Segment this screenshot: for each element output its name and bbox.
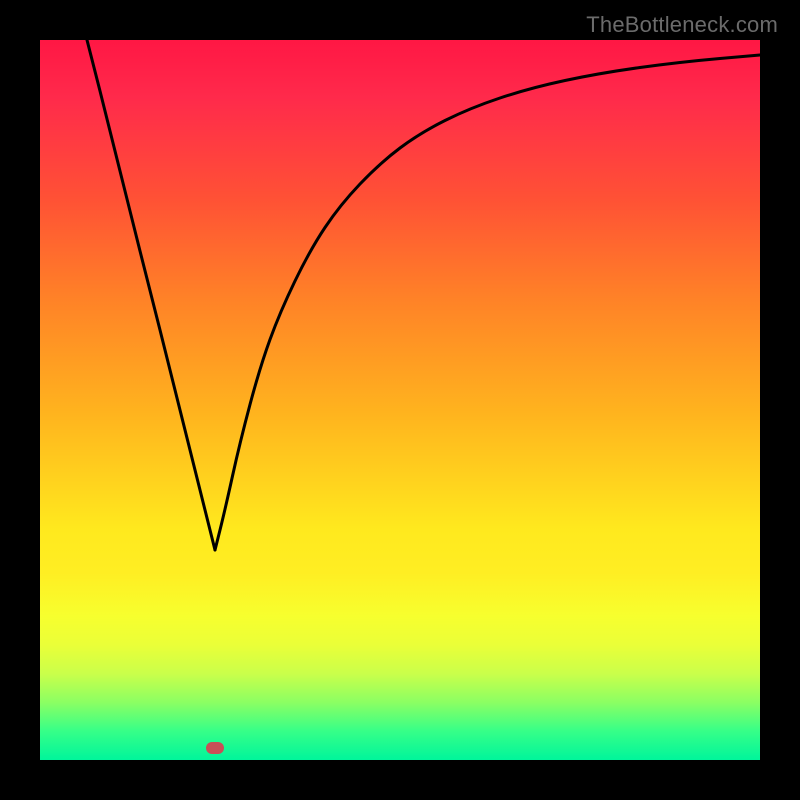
minimum-marker [206,742,224,754]
plot-area [40,40,760,760]
chart-frame: TheBottleneck.com [0,0,800,800]
heat-gradient [40,40,760,760]
watermark-text: TheBottleneck.com [586,12,778,38]
